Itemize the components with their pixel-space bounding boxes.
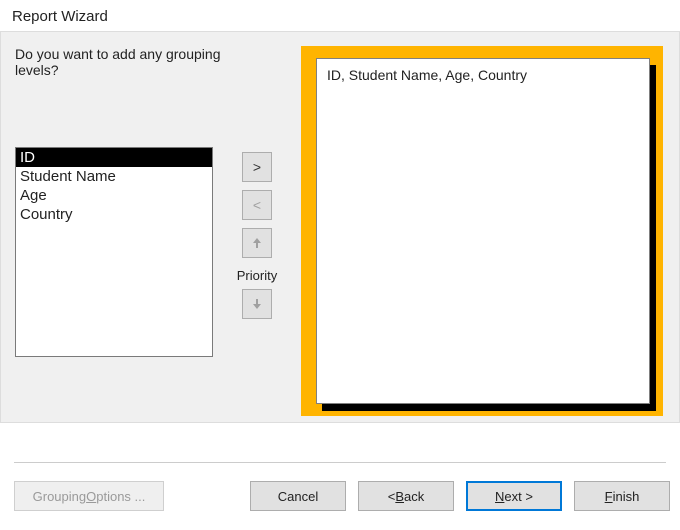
list-item[interactable]: Student Name [16, 167, 212, 186]
wizard-footer: Grouping Options ... Cancel < Back Next … [0, 450, 680, 530]
footer-buttons: Grouping Options ... Cancel < Back Next … [0, 463, 680, 511]
chevron-right-icon: > [253, 159, 261, 175]
window-title: Report Wizard [0, 0, 680, 31]
available-fields-list[interactable]: ID Student Name Age Country [15, 147, 213, 357]
finish-button[interactable]: Finish [574, 481, 670, 511]
back-button[interactable]: < Back [358, 481, 454, 511]
list-item[interactable]: Age [16, 186, 212, 205]
list-item[interactable]: ID [16, 148, 212, 167]
preview-field-list: ID, Student Name, Age, Country [327, 67, 639, 83]
cancel-button[interactable]: Cancel [250, 481, 346, 511]
wizard-content: Do you want to add any grouping levels? … [0, 31, 680, 423]
arrow-down-icon [252, 298, 262, 310]
grouping-controls: > < Priority [229, 152, 285, 327]
preview-page: ID, Student Name, Age, Country [316, 58, 650, 404]
priority-label: Priority [237, 268, 277, 283]
next-button[interactable]: Next > [466, 481, 562, 511]
arrow-up-icon [252, 237, 262, 249]
add-group-button[interactable]: > [242, 152, 272, 182]
remove-group-button[interactable]: < [242, 190, 272, 220]
priority-up-button[interactable] [242, 228, 272, 258]
priority-down-button[interactable] [242, 289, 272, 319]
list-item[interactable]: Country [16, 205, 212, 224]
grouping-options-button: Grouping Options ... [14, 481, 164, 511]
prompt-text: Do you want to add any grouping levels? [15, 46, 225, 78]
chevron-left-icon: < [253, 197, 261, 213]
report-preview-frame: ID, Student Name, Age, Country [301, 46, 663, 416]
